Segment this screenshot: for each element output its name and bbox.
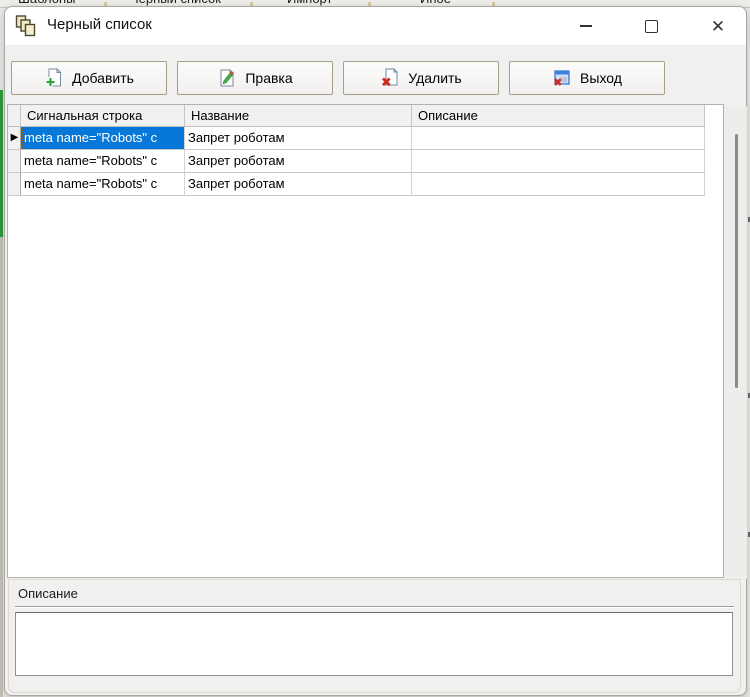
cell-name[interactable]: Запрет роботам (185, 150, 412, 173)
table-row[interactable]: meta name="Robots" c Запрет роботам (8, 173, 723, 196)
edit-record-icon (220, 68, 235, 87)
cell-name[interactable]: Запрет роботам (185, 173, 412, 196)
scrollbar-thumb[interactable] (735, 134, 738, 388)
cell-description[interactable] (412, 150, 705, 173)
edit-button[interactable]: Правка (177, 61, 333, 95)
add-button-label: Добавить (72, 70, 134, 86)
maximize-icon (644, 19, 658, 33)
title-bar[interactable]: Черный список ✕ (5, 7, 746, 46)
close-icon: ✕ (710, 16, 726, 36)
cell-signal[interactable]: meta name="Robots" c (21, 127, 185, 150)
grid-header-name[interactable]: Название (185, 105, 412, 127)
minimize-icon (580, 25, 592, 27)
grid-header-signal[interactable]: Сигнальная строка (21, 105, 185, 127)
add-button[interactable]: Добавить (11, 61, 167, 95)
grid-header-description[interactable]: Описание (412, 105, 705, 127)
background-green-strip (0, 90, 3, 237)
edit-button-label: Правка (245, 70, 293, 86)
cell-name[interactable]: Запрет роботам (185, 127, 412, 150)
cell-signal[interactable]: meta name="Robots" c (21, 150, 185, 173)
vertical-scrollbar[interactable] (724, 106, 747, 579)
table-row[interactable]: meta name="Robots" c Запрет роботам (8, 150, 723, 173)
current-row-marker: ▶ (8, 127, 21, 150)
cell-signal[interactable]: meta name="Robots" c (21, 173, 185, 196)
maximize-button[interactable] (630, 10, 672, 42)
cell-description[interactable] (412, 173, 705, 196)
minimize-button[interactable] (565, 10, 607, 42)
cascading-sheets-icon (15, 15, 36, 37)
delete-record-icon (382, 68, 399, 87)
etched-divider (15, 606, 734, 608)
close-button[interactable]: ✕ (697, 10, 739, 42)
window-title: Черный список (47, 16, 152, 33)
blacklist-grid: Сигнальная строка Название Описание ▶ me… (7, 104, 724, 578)
grid-header-indicator (8, 105, 21, 127)
description-memo[interactable] (15, 612, 733, 676)
delete-button-label: Удалить (408, 70, 462, 86)
blacklist-dialog: Черный список ✕ Добавить Правка Удалить (4, 6, 747, 696)
cell-description[interactable] (412, 127, 705, 150)
table-row[interactable]: ▶ meta name="Robots" c Запрет роботам (8, 127, 723, 150)
description-label: Описание (18, 586, 78, 601)
exit-button[interactable]: Выход (509, 61, 665, 95)
description-panel: Описание (8, 579, 741, 693)
delete-button[interactable]: Удалить (343, 61, 499, 95)
add-record-icon (45, 68, 62, 88)
row-indicator (8, 150, 21, 173)
exit-icon (554, 70, 570, 86)
row-indicator (8, 173, 21, 196)
exit-button-label: Выход (580, 70, 622, 86)
background-left-edge (0, 237, 3, 697)
grid-header-row: Сигнальная строка Название Описание (8, 105, 723, 127)
